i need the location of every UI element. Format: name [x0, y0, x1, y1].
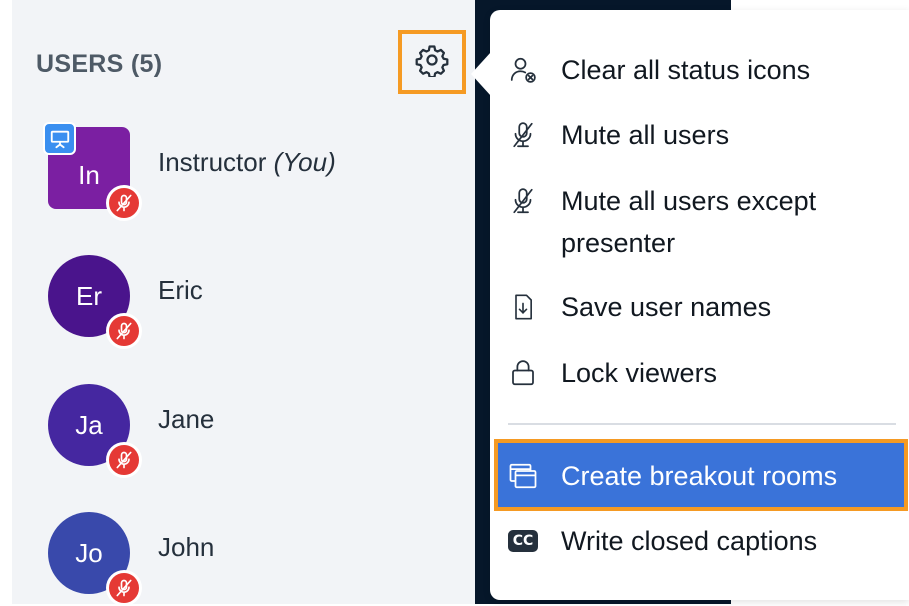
menu-item-mute-all[interactable]: Mute all users [497, 117, 902, 153]
menu-item-mute-all-except-presenter[interactable]: Mute all users except presenter [497, 183, 837, 264]
user-list-item[interactable]: In Instructor (You) [43, 122, 448, 221]
menu-item-label: Save user names [561, 292, 772, 322]
menu-item-save-user-names[interactable]: Save user names [497, 289, 902, 325]
presenter-icon [43, 122, 76, 155]
menu-item-label: Write closed captions [561, 526, 818, 556]
user-list-item[interactable]: Ja Jane [48, 384, 448, 478]
menu-item-clear-status[interactable]: Clear all status icons [497, 52, 902, 88]
user-name-text: Instructor [158, 147, 267, 177]
menu-pointer [471, 52, 491, 96]
menu-item-create-breakout-rooms[interactable]: Create breakout rooms [497, 458, 902, 494]
mic-off-icon [507, 118, 539, 152]
lock-icon [507, 356, 539, 390]
mic-off-icon [106, 442, 142, 478]
cc-icon: CC [507, 524, 539, 558]
avatar-initials: Ja [75, 409, 103, 440]
menu-item-lock-viewers[interactable]: Lock viewers [497, 355, 902, 391]
app-screen: USERS (5) In Instructor (You) Er Eric Ja… [0, 0, 909, 606]
avatar: Er [48, 255, 142, 349]
mic-off-icon [106, 570, 142, 606]
menu-item-label: Create breakout rooms [561, 461, 838, 491]
avatar-initials: Jo [75, 537, 103, 568]
avatar: In [43, 122, 142, 221]
mic-off-icon [507, 184, 539, 218]
settings-gear-button[interactable] [398, 30, 466, 94]
menu-item-label: Mute all users [561, 120, 730, 150]
user-name: Eric [158, 275, 203, 305]
user-list-item[interactable]: Er Eric [48, 255, 448, 349]
menu-item-label: Mute all users except presenter [561, 186, 817, 258]
menu-divider [508, 423, 896, 425]
mic-off-icon [106, 313, 142, 349]
avatar-initials: Er [76, 280, 102, 311]
user-name: Jane [158, 404, 215, 434]
you-label: (You) [273, 147, 336, 177]
file-download-icon [507, 290, 539, 324]
menu-item-label: Clear all status icons [561, 55, 811, 85]
menu-item-write-closed-captions[interactable]: CC Write closed captions [497, 523, 902, 559]
breakout-rooms-icon [507, 459, 539, 493]
users-header: USERS (5) [36, 50, 163, 78]
menu-item-label: Lock viewers [561, 358, 718, 388]
user-name: John [158, 532, 215, 562]
avatar: Ja [48, 384, 142, 478]
gear-icon [415, 43, 449, 82]
avatar-initials: In [78, 159, 100, 190]
mic-off-icon [106, 185, 142, 221]
user-list-item[interactable]: Jo John [48, 512, 448, 606]
user-clear-icon [507, 53, 539, 87]
avatar: Jo [48, 512, 142, 606]
user-name: Instructor (You) [158, 147, 336, 178]
